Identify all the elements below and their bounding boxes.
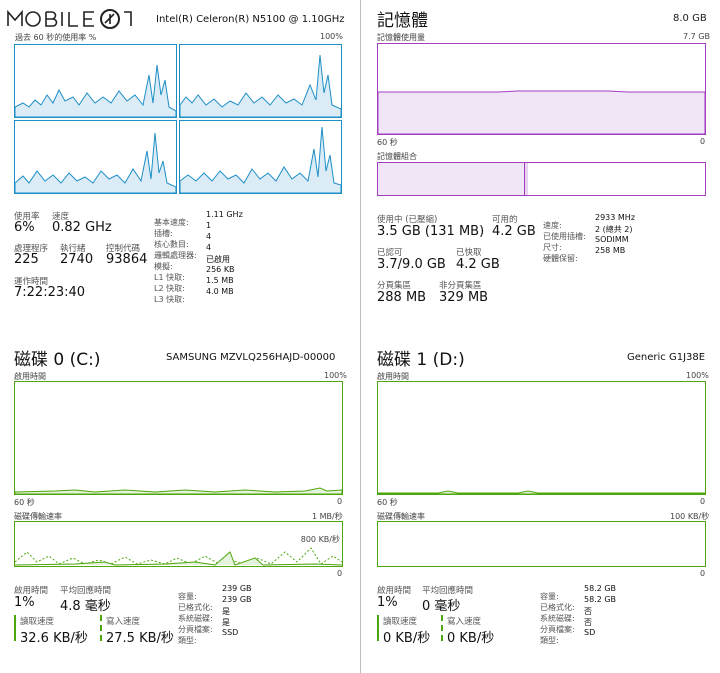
disk0-model: SAMSUNG MZVLQ256HAJD-00000 xyxy=(166,352,336,363)
memory-spec-value: 2 (總共 2) xyxy=(595,225,633,234)
cpu-handle-value: 93864 xyxy=(106,252,148,267)
disk1-active-graph xyxy=(377,381,706,495)
disk1-read-value: 0 KB/秒 xyxy=(383,631,431,646)
memory-cached-value: 4.2 GB xyxy=(456,257,500,272)
cpu-spec-value: 4.0 MB xyxy=(206,287,234,296)
cpu-spec-value: 4 xyxy=(206,232,212,241)
memory-specs: 速度: 2933 MHz 已使用插槽: 2 (總共 2) 尺寸: SODIMM 硬體保… xyxy=(543,213,635,263)
disk1-spec-value: 58.2 GB xyxy=(584,595,617,604)
disk0-spec-value: 239 GB xyxy=(222,595,252,604)
disk1-specs: 容量: 58.2 GB 已格式化: 58.2 GB 系統磁碟: 否 分頁檔案: 否 類型… xyxy=(540,584,616,645)
memory-composition-label: 記憶體組合 xyxy=(377,152,417,161)
disk0-read-label: 讀取速度 xyxy=(20,617,55,627)
disk1-resp-value: 0 毫秒 xyxy=(422,599,461,614)
memory-spec-value: 258 MB xyxy=(595,246,626,255)
disk1-axis-right: 0 xyxy=(700,497,706,506)
disk1-title: 磁碟 1 (D:) xyxy=(377,350,465,370)
disk0-resp-value: 4.8 毫秒 xyxy=(60,599,111,614)
cpu-core-graph-2 xyxy=(14,120,177,194)
cpu-graph-max: 100% xyxy=(320,32,343,41)
cpu-speed-value: 0.82 GHz xyxy=(52,220,112,235)
memory-nonpaged-value: 329 MB xyxy=(439,290,489,305)
disk0-spec-value: 是 xyxy=(222,607,230,616)
memory-inuse-value: 3.5 GB (131 MB) xyxy=(377,224,485,239)
disk0-read-value: 32.6 KB/秒 xyxy=(20,631,88,646)
disk1-transfer-axis-right: 0 xyxy=(700,569,706,578)
disk0-axis-left: 60 秒 xyxy=(14,498,35,507)
memory-title: 記憶體 xyxy=(377,11,428,31)
disk0-write-value: 27.5 KB/秒 xyxy=(106,631,174,646)
disk0-specs: 容量: 239 GB 已格式化: 239 GB 系統磁碟: 是 分頁檔案: 是 類型: S… xyxy=(178,584,252,645)
cpu-core-graph-0 xyxy=(14,44,177,118)
cpu-core-graph-3 xyxy=(179,120,342,194)
memory-spec-value: SODIMM xyxy=(595,235,629,244)
disk1-model: Generic G1J38E xyxy=(627,352,706,363)
disk0-title: 磁碟 0 (C:) xyxy=(14,350,101,370)
cpu-graph-label: 過去 60 秒的使用率 % xyxy=(15,33,97,42)
mobile01-logo xyxy=(7,9,132,29)
cpu-spec-value: 256 KB xyxy=(206,265,235,274)
disk1-active-time-value: 1% xyxy=(377,595,398,610)
disk1-write-value: 0 KB/秒 xyxy=(447,631,495,646)
cpu-spec-value: 1.5 MB xyxy=(206,276,234,285)
cpu-util-value: 6% xyxy=(14,220,35,235)
cpu-proc-value: 225 xyxy=(14,252,39,267)
disk1-read-label: 讀取速度 xyxy=(383,617,418,627)
disk1-spec-value: 58.2 GB xyxy=(584,584,617,593)
disk0-active-time-value: 1% xyxy=(14,595,35,610)
disk0-axis-right: 0 xyxy=(337,497,343,506)
disk1-write-block: 寫入速度 0 KB/秒 xyxy=(441,615,503,646)
memory-inuse-segment xyxy=(378,163,525,195)
disk1-write-label: 寫入速度 xyxy=(447,617,482,627)
disk0-spec-key: 類型: xyxy=(178,636,197,645)
disk1-spec-value: 否 xyxy=(584,618,592,627)
disk0-spec-value: SSD xyxy=(222,628,239,637)
disk1-active-max: 100% xyxy=(686,371,709,380)
disk0-active-graph xyxy=(14,381,343,495)
cpu-spec-value: 4 xyxy=(206,243,212,252)
disk0-write-label: 寫入速度 xyxy=(106,617,141,627)
memory-paged-value: 288 MB xyxy=(377,290,427,305)
disk1-spec-key: 類型: xyxy=(540,636,559,645)
disk0-transfer-graph: 800 KB/秒 xyxy=(14,521,343,567)
memory-composition-bar xyxy=(377,162,706,196)
disk1-spec-value: 否 xyxy=(584,607,592,616)
disk0-read-block: 讀取速度 32.6 KB/秒 xyxy=(14,615,96,646)
memory-axis-right: 0 xyxy=(700,137,706,146)
cpu-core-graph-1 xyxy=(179,44,342,118)
disk0-spec-value: 239 GB xyxy=(222,584,252,593)
disk0-spec-value: 是 xyxy=(222,618,230,627)
cpu-uptime-value: 7:22:23:40 xyxy=(14,285,86,300)
memory-usage-graph xyxy=(377,43,706,135)
memory-spec-key: 硬體保留: xyxy=(543,254,578,263)
memory-committed-value: 3.7/9.0 GB xyxy=(377,257,446,272)
disk0-transfer-axis-right: 0 xyxy=(337,569,343,578)
panel-divider xyxy=(360,0,361,673)
memory-usage-max: 7.7 GB xyxy=(683,32,710,41)
disk1-axis-left: 60 秒 xyxy=(377,498,398,507)
memory-usage-label: 記憶體使用量 xyxy=(377,33,425,42)
memory-avail-value: 4.2 GB xyxy=(492,224,536,239)
memory-total: 8.0 GB xyxy=(673,13,707,24)
cpu-thread-value: 2740 xyxy=(60,252,94,267)
cpu-spec-value: 1 xyxy=(206,221,212,230)
disk1-spec-value: SD xyxy=(584,628,596,637)
cpu-spec-value: 1.11 GHz xyxy=(206,210,243,219)
cpu-specs: 基本速度: 1.11 GHz 插槽: 1 核心數目: 4 邏輯處理器: 4 模擬: 已啟用… xyxy=(154,210,243,304)
cpu-model: Intel(R) Celeron(R) N5100 @ 1.10GHz xyxy=(156,14,345,25)
disk0-write-block: 寫入速度 27.5 KB/秒 xyxy=(100,615,182,646)
memory-axis-left: 60 秒 xyxy=(377,138,398,147)
memory-modified-segment xyxy=(525,163,528,195)
memory-spec-value: 2933 MHz xyxy=(595,213,636,222)
cpu-spec-value: 已啟用 xyxy=(206,255,230,264)
disk1-read-block: 讀取速度 0 KB/秒 xyxy=(377,615,439,646)
cpu-spec-key: L3 快取: xyxy=(154,295,185,304)
disk1-transfer-graph xyxy=(377,521,706,567)
disk0-active-max: 100% xyxy=(324,371,347,380)
